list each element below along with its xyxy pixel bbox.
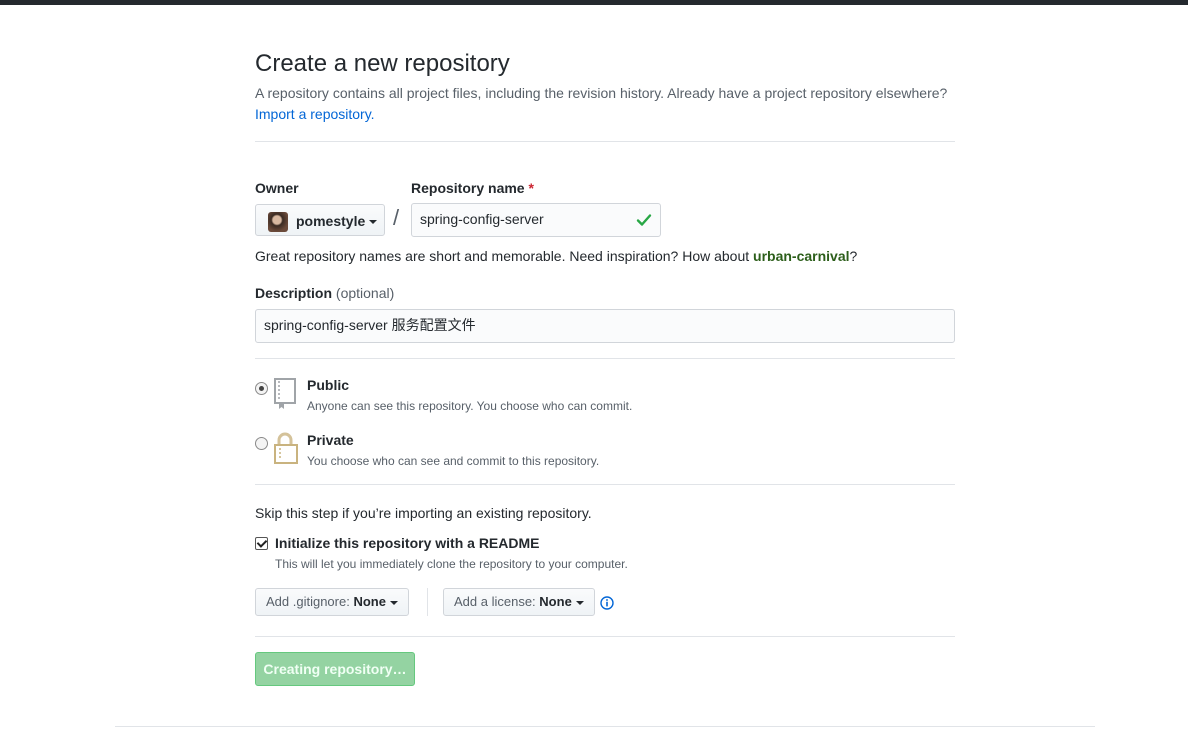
repo-name-label: Repository name * (411, 180, 534, 196)
create-repository-button[interactable]: Creating repository… (255, 652, 415, 686)
chevron-down-icon (389, 600, 398, 605)
readme-label[interactable]: Initialize this repository with a README (275, 535, 539, 551)
footer-divider (115, 726, 1095, 727)
required-mark: * (528, 180, 534, 196)
repository-name-input[interactable]: spring-config-server (411, 203, 661, 237)
owner-repo-separator: / (393, 205, 400, 230)
import-repository-link[interactable]: Import a repository. (255, 106, 375, 122)
owner-label: Owner (255, 180, 299, 196)
owner-select-button[interactable]: pomestyle (255, 204, 385, 236)
description-input[interactable]: spring-config-server 服务配置文件 (255, 309, 955, 343)
divider (255, 358, 955, 359)
avatar (268, 212, 288, 232)
repo-book-icon (274, 378, 296, 409)
lock-icon (274, 432, 298, 464)
license-value: None (539, 594, 572, 609)
gitignore-value: None (353, 594, 386, 609)
public-radio[interactable] (255, 382, 268, 395)
private-option-desc: You choose who can see and commit to thi… (307, 454, 600, 468)
description-label-text: Description (255, 285, 333, 301)
gitignore-label: Add .gitignore: (266, 594, 350, 609)
select-separator (427, 588, 428, 616)
name-suggestion-link[interactable]: urban-carnival (753, 248, 849, 264)
divider (255, 484, 955, 485)
gitignore-select-button[interactable]: Add .gitignore: None (255, 588, 409, 616)
skip-step-text: Skip this step if you’re importing an ex… (255, 505, 592, 521)
description-label: Description (optional) (255, 285, 394, 301)
page-subhead: A repository contains all project files,… (255, 83, 975, 125)
page-title: Create a new repository (255, 50, 510, 77)
info-icon[interactable] (600, 596, 614, 610)
public-option-title[interactable]: Public (307, 377, 349, 393)
repository-name-value: spring-config-server (420, 211, 544, 227)
owner-name: pomestyle (296, 213, 378, 229)
hint-prefix: Great repository names are short and mem… (255, 248, 754, 264)
readme-checkbox[interactable] (255, 537, 268, 550)
private-radio[interactable] (255, 437, 268, 450)
top-header-bar (0, 0, 1188, 5)
owner-name-text: pomestyle (296, 213, 366, 229)
license-select-button[interactable]: Add a license: None (443, 588, 595, 616)
repo-name-hint: Great repository names are short and mem… (255, 248, 857, 264)
private-option-title[interactable]: Private (307, 432, 354, 448)
public-option-desc: Anyone can see this repository. You choo… (307, 399, 633, 413)
valid-check-icon (636, 214, 652, 226)
chevron-down-icon (369, 220, 378, 225)
divider (255, 141, 955, 142)
license-label: Add a license: (454, 594, 536, 609)
divider (255, 636, 955, 637)
repo-name-label-text: Repository name (411, 180, 525, 196)
description-value: spring-config-server 服务配置文件 (264, 317, 476, 333)
hint-suffix: ? (849, 248, 858, 264)
optional-tag: (optional) (335, 285, 395, 301)
subhead-text: A repository contains all project files,… (255, 85, 948, 101)
readme-desc: This will let you immediately clone the … (275, 557, 628, 571)
chevron-down-icon (575, 600, 584, 605)
